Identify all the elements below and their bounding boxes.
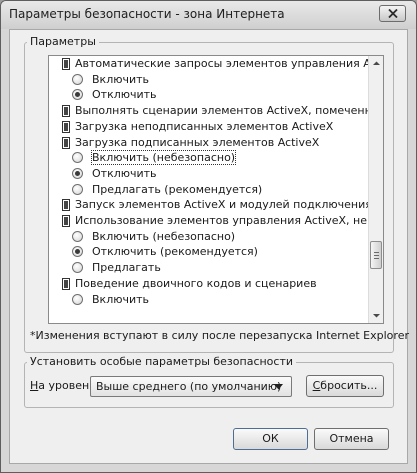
- level-dropdown-value: Выше среднего (по умолчанию): [96, 380, 282, 393]
- settings-category[interactable]: Загрузка неподписанных элементов ActiveX: [49, 119, 368, 135]
- level-dropdown[interactable]: Выше среднего (по умолчанию): [90, 376, 292, 397]
- settings-category[interactable]: Выполнять сценарии элементов ActiveX, по…: [49, 103, 368, 119]
- settings-tree-list[interactable]: Автоматические запросы элементов управле…: [48, 55, 384, 324]
- radio-button[interactable]: [72, 293, 83, 305]
- settings-category-label: Загрузка неподписанных элементов ActiveX: [75, 119, 334, 133]
- radio-button[interactable]: [72, 262, 83, 274]
- settings-category-icon: [62, 105, 70, 118]
- settings-option[interactable]: Предлагать: [49, 260, 368, 276]
- settings-option[interactable]: Включить (небезопасно): [49, 229, 368, 245]
- window-title: Параметры безопасности - зона Интернета: [9, 7, 285, 21]
- settings-category-icon: [62, 199, 70, 212]
- settings-option[interactable]: Предлагать (рекомендуется): [49, 182, 368, 198]
- arrow-down-icon: [373, 314, 380, 318]
- settings-category-icon: [62, 120, 70, 133]
- reset-button[interactable]: Сбросить...: [306, 375, 384, 397]
- settings-category-label: Запуск элементов ActiveX и модулей подкл…: [75, 198, 368, 212]
- radio-button-checked[interactable]: [72, 246, 83, 258]
- settings-category[interactable]: Использование элементов управления Activ…: [49, 213, 368, 229]
- close-icon: [388, 9, 398, 18]
- settings-option[interactable]: Включить: [49, 72, 368, 88]
- settings-category-icon: [62, 215, 70, 227]
- settings-option[interactable]: Отключить (рекомендуется): [49, 244, 368, 260]
- settings-group-label: Параметры: [27, 35, 99, 48]
- settings-option[interactable]: Отключить: [49, 166, 368, 182]
- reset-group-label: Установить особые параметры безопасности: [27, 355, 297, 368]
- settings-category-icon: [62, 58, 70, 70]
- ok-button-label: ОК: [262, 432, 279, 445]
- settings-option-label: Включить (небезопасно): [90, 150, 237, 166]
- settings-category-icon: [62, 277, 70, 290]
- settings-option-label: Предлагать (рекомендуется): [92, 182, 263, 196]
- security-settings-dialog: Параметры безопасности - зона Интернета …: [0, 0, 417, 473]
- settings-option-label: Отключить (рекомендуется): [92, 245, 258, 259]
- settings-tree-items: Автоматические запросы элементов управле…: [49, 56, 368, 323]
- settings-category-label: Поведение двоичного кодов и сценариев: [75, 276, 317, 290]
- settings-option[interactable]: Включить: [49, 292, 368, 308]
- settings-category-label: Выполнять сценарии элементов ActiveX, по…: [75, 104, 368, 118]
- settings-category[interactable]: Запуск элементов ActiveX и модулей подкл…: [49, 197, 368, 213]
- chevron-down-icon: [274, 384, 283, 390]
- settings-category-icon: [62, 136, 70, 149]
- reset-button-rest: бросить...: [320, 379, 378, 392]
- settings-option-label: Включить (небезопасно): [92, 229, 236, 243]
- vertical-scrollbar[interactable]: [368, 56, 383, 323]
- radio-button[interactable]: [72, 152, 83, 164]
- restart-note: *Изменения вступают в силу после перезап…: [30, 329, 409, 342]
- settings-category[interactable]: Загрузка подписанных элементов ActiveX: [49, 135, 368, 151]
- settings-category-label: Использование элементов управления Activ…: [75, 214, 368, 227]
- scroll-up-button[interactable]: [369, 56, 383, 71]
- radio-button-checked[interactable]: [72, 89, 83, 101]
- settings-category-label: Загрузка подписанных элементов ActiveX: [75, 135, 320, 149]
- ok-button[interactable]: ОК: [233, 428, 308, 450]
- settings-category-label: Автоматические запросы элементов управле…: [75, 57, 368, 70]
- radio-button[interactable]: [72, 183, 83, 195]
- title-bar[interactable]: Параметры безопасности - зона Интернета: [1, 1, 416, 29]
- level-label: На уровень:: [30, 379, 99, 392]
- radio-button[interactable]: [72, 230, 83, 242]
- settings-option-label: Включить: [92, 72, 150, 86]
- radio-button[interactable]: [72, 73, 83, 85]
- settings-option-label: Отключить: [92, 88, 157, 102]
- cancel-button-label: Отмена: [329, 432, 374, 445]
- settings-category[interactable]: Поведение двоичного кодов и сценариев: [49, 276, 368, 292]
- arrow-up-icon: [373, 61, 380, 65]
- reset-button-accel: С: [312, 379, 321, 392]
- cancel-button[interactable]: Отмена: [314, 428, 389, 450]
- settings-option-label: Отключить: [92, 166, 157, 180]
- settings-option-label: Предлагать: [92, 261, 161, 275]
- scroll-thumb[interactable]: [370, 241, 382, 269]
- close-button[interactable]: [379, 5, 406, 22]
- settings-option[interactable]: Отключить: [49, 87, 368, 103]
- scroll-down-button[interactable]: [369, 308, 383, 323]
- settings-category[interactable]: Автоматические запросы элементов управле…: [49, 56, 368, 72]
- settings-option[interactable]: Включить (небезопасно): [49, 150, 368, 166]
- radio-button-checked[interactable]: [72, 167, 83, 179]
- settings-option-label: Включить: [92, 292, 150, 306]
